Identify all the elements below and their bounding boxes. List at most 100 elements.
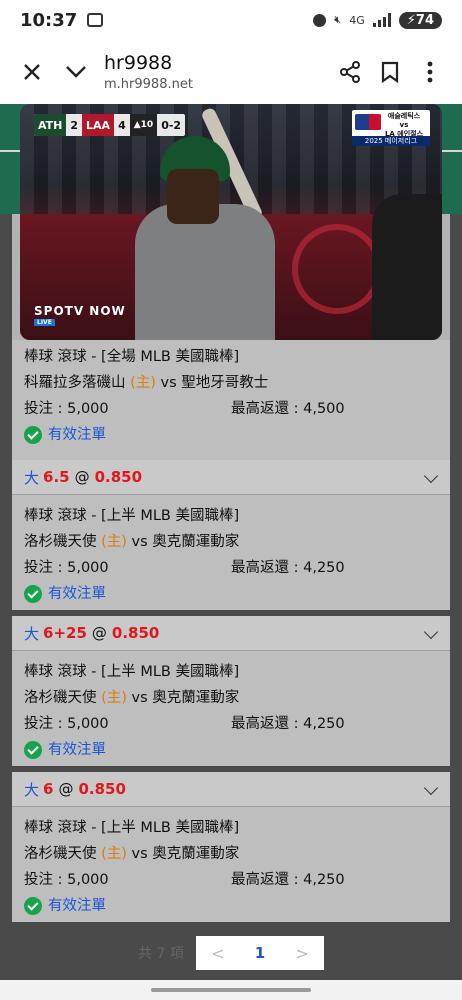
vs-label: vs [131,846,148,862]
bet-card: 大 6+25 @ 0.850 棒球 滾球 - [上半 MLB 美國職棒] 洛杉磯… [12,616,450,766]
signal-icon [372,13,391,27]
home-marker: (主) [101,534,127,550]
bet-max-return: 最高返還 : 4,250 [231,867,345,893]
bet-odds: 0.850 [94,468,143,486]
page-identity[interactable]: hr9988 m.hr9988.net [104,52,330,92]
bet-away-team: 奧克蘭運動家 [152,846,240,862]
vs-label: vs [160,375,177,391]
gesture-bar [0,980,462,1000]
stake-label: 投注 : [24,401,68,417]
live-badge: LIVE [34,319,55,326]
bet-stake: 投注 : 5,000 [24,867,231,893]
bet-status: 有效注單 [24,422,438,448]
bet-card-header[interactable]: 大 6+25 @ 0.850 [12,616,450,651]
check-circle-icon [24,897,42,915]
scorebug-count: 0-2 [161,118,182,132]
bet-card-header[interactable]: 大 6 @ 0.850 [12,772,450,807]
bet-away-team: 奧克蘭運動家 [152,534,240,550]
bet-away-team: 聖地牙哥教士 [181,375,269,391]
stake-value: 5,000 [67,872,109,888]
home-indicator[interactable] [151,988,311,992]
status-time: 10:37 [20,9,78,31]
bet-odds: 0.850 [78,780,126,798]
scorebug-team1: ATH [34,114,67,136]
logo-line1: 애슬레틱스 [387,112,421,120]
live-video-player[interactable]: ATH 2 LAA 4 ▲10 0-2 애슬레틱스 vs LA 에인절스 202… [20,104,442,340]
max-return-value: 4,250 [303,716,345,732]
bet-card-header[interactable]: 大 6.5 @ 0.850 [12,460,450,495]
more-vert-icon[interactable] [410,52,450,92]
network-type: 4G [349,13,365,27]
max-return-label: 最高返還 : [231,716,304,732]
bet-side: 大 [24,780,40,799]
max-return-label: 最高返還 : [231,401,304,417]
stake-value: 5,000 [67,401,109,417]
bet-line: 6.5 [43,468,70,486]
max-return-value: 4,250 [303,560,345,576]
bet-max-return: 最高返還 : 4,250 [231,711,345,737]
battery-indicator: ⚡74 [398,11,442,29]
vs-label: vs [131,534,148,550]
logo-line2: vs [399,121,409,129]
bookmark-icon[interactable] [370,52,410,92]
stake-label: 投注 : [24,716,68,732]
current-page[interactable]: 1 [255,944,265,962]
pagination-controls: < 1 > [195,936,324,970]
status-label: 有效注單 [48,898,106,914]
check-circle-icon [24,426,42,444]
status-label: 有效注單 [48,742,106,758]
chevron-down-icon[interactable] [423,624,439,640]
bet-max-return: 最高返還 : 4,500 [231,396,345,422]
next-page-button[interactable]: > [295,944,308,963]
chevron-down-icon[interactable] [423,468,439,484]
stake-label: 投注 : [24,560,68,576]
max-return-label: 最高返還 : [231,872,304,888]
bet-home-team: 洛杉磯天使 [24,534,97,550]
chevron-down-icon[interactable] [423,780,439,796]
bet-side: 大 [24,624,40,643]
dnd-icon [313,13,327,27]
bet-card-body: 棒球 滾球 - [上半 MLB 美國職棒] 洛杉磯天使 (主) vs 奧克蘭運動… [12,807,450,927]
page-title: hr9988 [104,52,173,74]
bet-matchup: 洛杉磯天使 (主) vs 奧克蘭運動家 [24,685,438,711]
logo-bottom: 2025 메이저리그 [352,136,430,146]
bet-at: @ [74,468,90,486]
battery-level: 74 [415,12,434,28]
bet-matchup: 科羅拉多落磯山 (主) vs 聖地牙哥教士 [24,370,438,396]
bet-card: 大 6 @ 0.850 棒球 滾球 - [上半 MLB 美國職棒] 洛杉磯天使 … [12,772,450,922]
bet-status: 有效注單 [24,581,438,607]
status-label: 有效注單 [48,586,106,602]
stake-value: 5,000 [67,716,109,732]
bet-card: 大 6.5 @ 0.850 棒球 滾球 - [上半 MLB 美國職棒] 洛杉磯天… [12,460,450,610]
max-return-value: 4,500 [303,401,345,417]
status-icons: 🔇︎ 4G ⚡74 [313,11,442,29]
bet-status: 有效注單 [24,737,438,763]
pagination: 共 7 項 < 1 > [0,936,462,970]
broadcaster-label: SPOTV NOW [34,304,126,318]
jersey-shape [135,204,275,340]
bet-home-team: 洛杉磯天使 [24,690,97,706]
bet-home-team: 科羅拉多落磯山 [24,375,126,391]
bet-stake: 投注 : 5,000 [24,396,231,422]
bet-amounts: 投注 : 5,000 最高返還 : 4,500 [24,396,438,422]
bet-max-return: 最高返還 : 4,250 [231,555,345,581]
bet-card-body: 棒球 滾球 - [上半 MLB 美國職棒] 洛杉磯天使 (主) vs 奧克蘭運動… [12,495,450,615]
total-count: 共 7 項 [138,946,184,962]
bet-away-team: 奧克蘭運動家 [152,690,240,706]
prev-page-button[interactable]: < [211,944,224,963]
check-circle-icon [24,585,42,603]
bet-line: 6+25 [43,624,87,642]
bet-card-body: 棒球 滾球 - [全場 MLB 美國職棒] 科羅拉多落磯山 (主) vs 聖地牙… [12,340,450,456]
bet-status: 有效注單 [24,893,438,919]
vs-label: vs [131,690,148,706]
bet-market: 棒球 滾球 - [上半 MLB 美國職棒] [24,664,240,680]
check-circle-icon [24,741,42,759]
mute-icon: 🔇︎ [334,13,342,26]
umpire-figure [372,194,442,340]
broadcast-logo: 애슬레틱스 vs LA 에인절스 2025 메이저리그 [352,110,430,146]
scorebug: ATH 2 LAA 4 ▲10 0-2 [34,114,186,136]
share-icon[interactable] [330,52,370,92]
close-icon[interactable] [12,52,52,92]
chevron-down-icon[interactable] [56,52,96,92]
status-bar: 10:37 🔇︎ 4G ⚡74 [0,0,462,40]
